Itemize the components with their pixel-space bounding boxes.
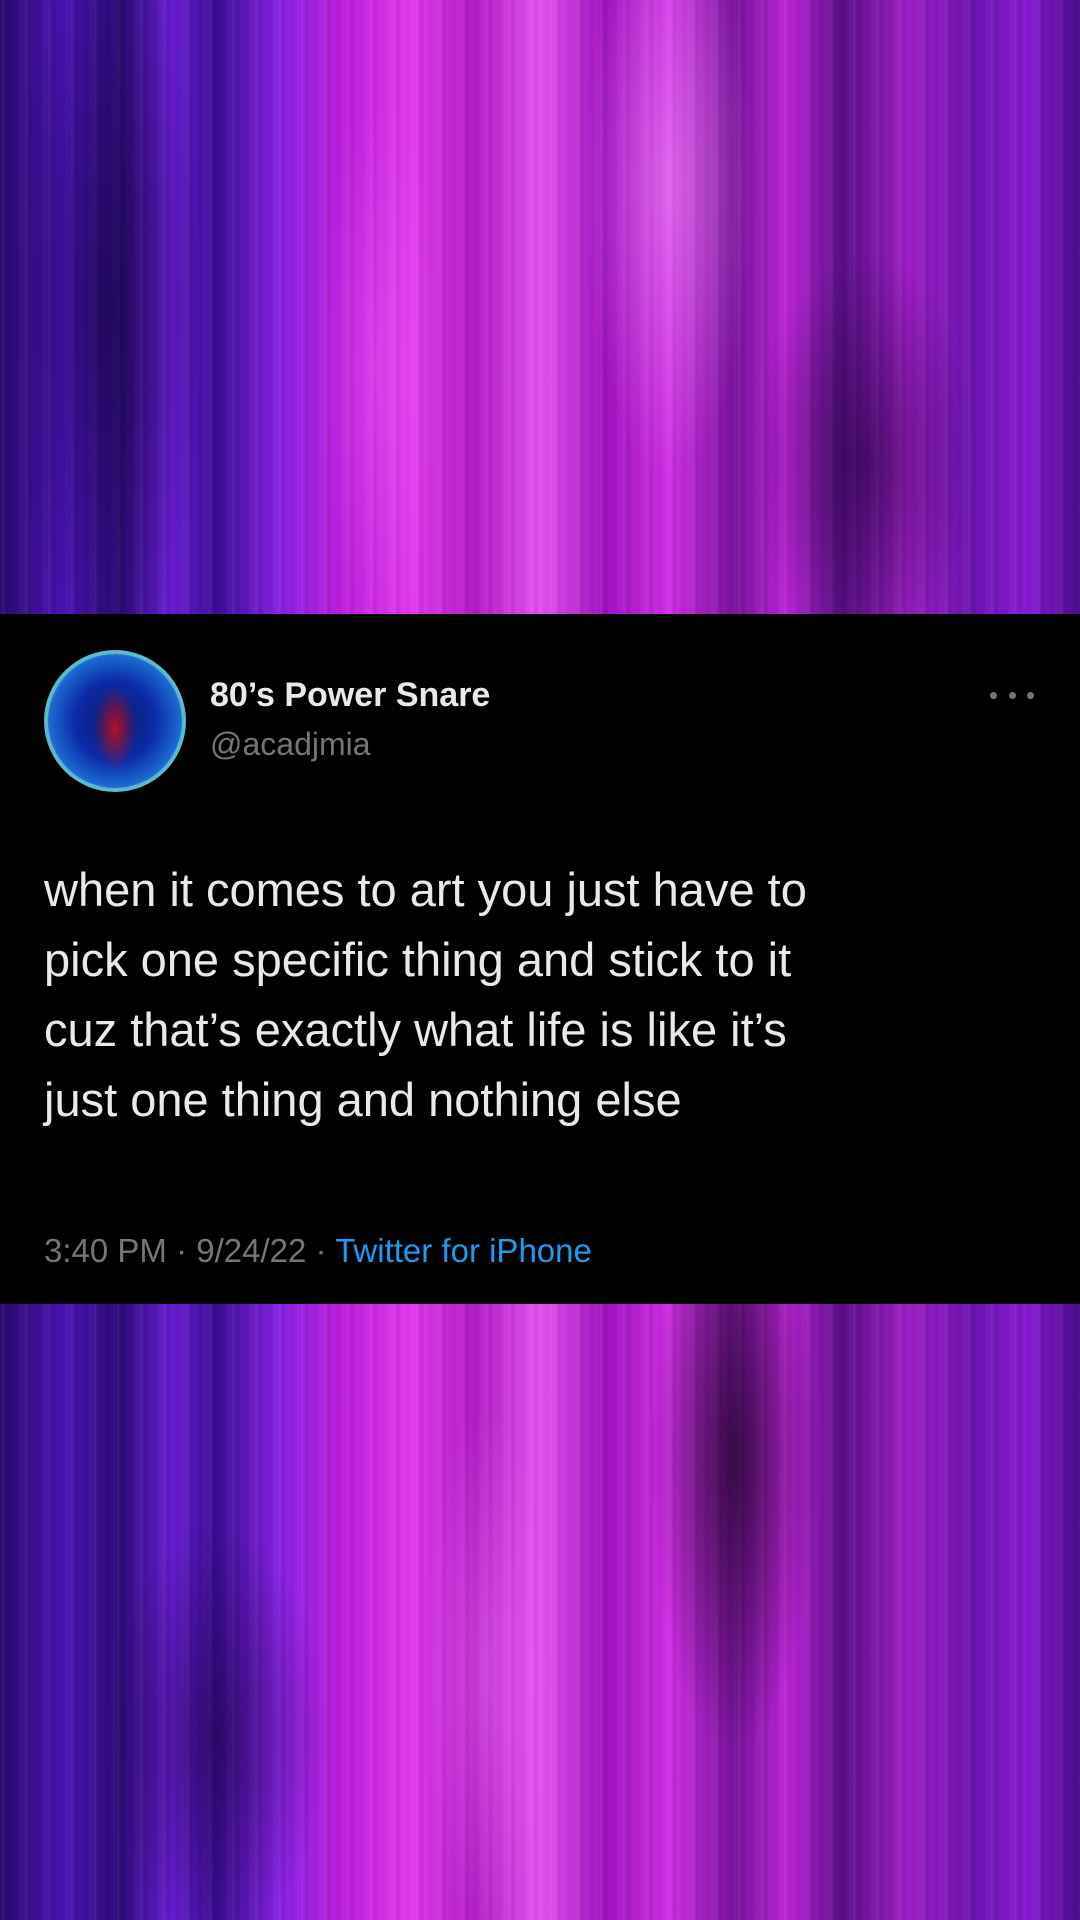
background-image-top xyxy=(0,0,1080,614)
more-dot xyxy=(1027,691,1034,699)
meta-separator: · xyxy=(306,1232,336,1269)
tweet-date[interactable]: 9/24/22 xyxy=(196,1232,306,1269)
user-handle[interactable]: @acadjmia xyxy=(210,726,371,763)
tweet-source-link[interactable]: Twitter for iPhone xyxy=(335,1232,592,1269)
avatar[interactable] xyxy=(44,650,186,792)
tweet-meta: 3:40 PM · 9/24/22 · Twitter for iPhone xyxy=(44,1232,592,1270)
screenshot-page: 80’s Power Snare @acadjmia when it comes… xyxy=(0,0,1080,1920)
more-dot xyxy=(1008,691,1016,699)
tweet-text: when it comes to art you just have to pi… xyxy=(44,863,807,1126)
meta-separator: · xyxy=(166,1232,197,1269)
tweet-time[interactable]: 3:40 PM xyxy=(44,1232,167,1269)
background-image-bottom xyxy=(0,1304,1080,1920)
more-options-icon[interactable] xyxy=(990,680,1034,710)
display-name[interactable]: 80’s Power Snare xyxy=(210,676,490,715)
more-dot xyxy=(990,691,997,699)
